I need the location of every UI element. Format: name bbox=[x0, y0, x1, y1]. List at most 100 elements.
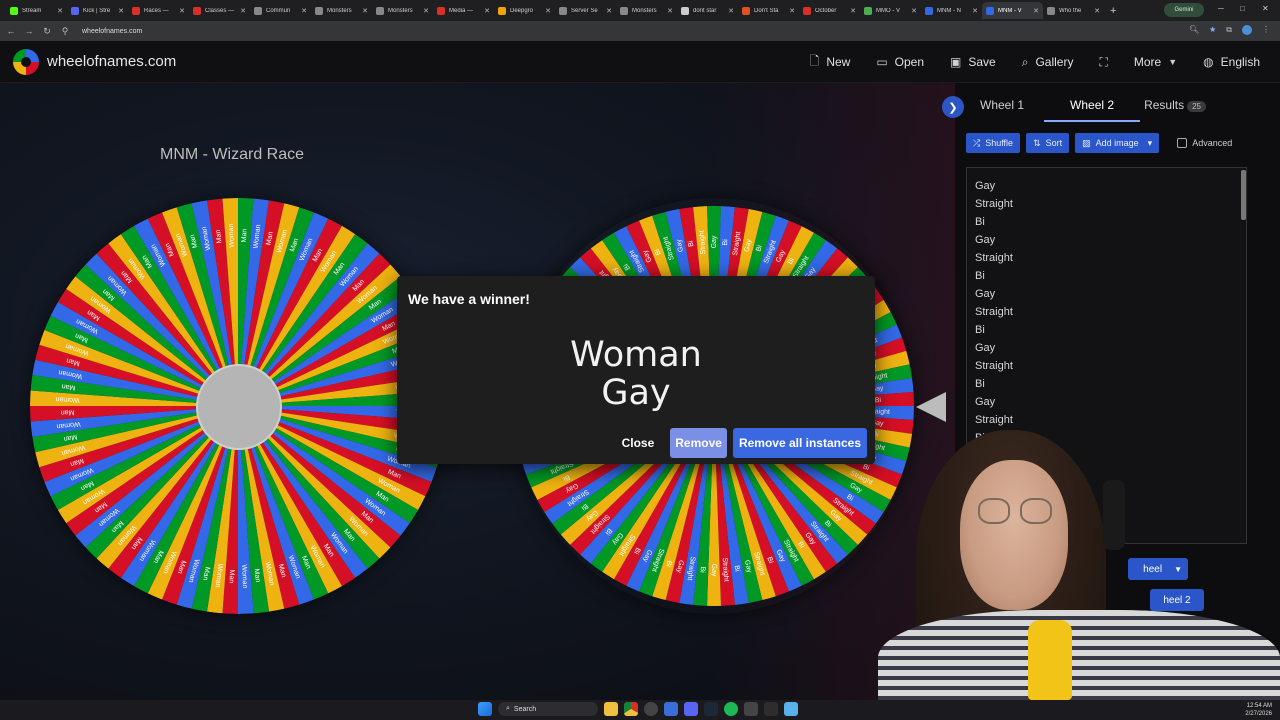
browser-tab[interactable]: Deepgro ✕ bbox=[494, 2, 555, 19]
tab-close-icon[interactable]: ✕ bbox=[301, 7, 307, 15]
profile-avatar[interactable] bbox=[1242, 25, 1252, 35]
tab-close-icon[interactable]: ✕ bbox=[57, 7, 63, 15]
tab-close-icon[interactable]: ✕ bbox=[911, 7, 917, 15]
add-image-button[interactable]: ▨ Add image ▾ bbox=[1075, 133, 1160, 153]
advanced-checkbox[interactable] bbox=[1177, 138, 1188, 148]
tab-results[interactable]: Results 25 bbox=[1144, 98, 1206, 122]
entry-line[interactable]: Gay bbox=[975, 177, 1246, 195]
wheel-hub[interactable] bbox=[196, 364, 282, 450]
app-icon[interactable] bbox=[664, 702, 678, 716]
wheel-title[interactable]: MNM - Wizard Race bbox=[160, 146, 304, 164]
browser-tab[interactable]: dont star ✕ bbox=[677, 2, 738, 19]
browser-tab[interactable]: Monsters ✕ bbox=[311, 2, 372, 19]
tab-close-icon[interactable]: ✕ bbox=[1033, 7, 1039, 15]
entry-line[interactable]: Gay bbox=[975, 339, 1246, 357]
app-icon[interactable] bbox=[764, 702, 778, 716]
browser-tab[interactable]: Stream ✕ bbox=[6, 2, 67, 19]
entry-line[interactable]: Straight bbox=[975, 303, 1246, 321]
discord-icon[interactable] bbox=[684, 702, 698, 716]
notes-icon[interactable] bbox=[784, 702, 798, 716]
language-button[interactable]: ◍ English bbox=[1203, 55, 1260, 69]
collapse-panel-icon[interactable]: ❯ bbox=[942, 96, 964, 118]
browser-tab[interactable]: Monsters ✕ bbox=[372, 2, 433, 19]
advanced-toggle[interactable]: Advanced bbox=[1177, 138, 1232, 148]
logo-icon[interactable] bbox=[13, 48, 39, 75]
tab-close-icon[interactable]: ✕ bbox=[240, 7, 246, 15]
new-tab-icon[interactable]: + bbox=[1110, 5, 1116, 17]
site-info-icon[interactable]: ⚲ bbox=[58, 26, 72, 37]
reload-icon[interactable]: ↻ bbox=[40, 26, 54, 37]
gemini-button[interactable]: Gemini bbox=[1164, 3, 1204, 17]
tab-close-icon[interactable]: ✕ bbox=[1094, 7, 1100, 15]
save-button[interactable]: ▣ Save bbox=[950, 55, 996, 69]
entry-line[interactable]: Gay bbox=[975, 393, 1246, 411]
entry-line[interactable]: Bi bbox=[975, 375, 1246, 393]
tab-close-icon[interactable]: ✕ bbox=[850, 7, 856, 15]
fullscreen-button[interactable]: ⛶ bbox=[1099, 55, 1107, 70]
browser-tab[interactable]: Monsters ✕ bbox=[616, 2, 677, 19]
tab-close-icon[interactable]: ✕ bbox=[789, 7, 795, 15]
site-name[interactable]: wheelofnames.com bbox=[47, 53, 176, 70]
back-icon[interactable]: ← bbox=[4, 26, 18, 36]
tab-close-icon[interactable]: ✕ bbox=[484, 7, 490, 15]
browser-menu-icon[interactable]: ⋮ bbox=[1262, 25, 1270, 35]
maximize-icon[interactable]: □ bbox=[1240, 4, 1245, 13]
explorer-icon[interactable] bbox=[604, 702, 618, 716]
tab-wheel-1[interactable]: Wheel 1 bbox=[980, 98, 1024, 122]
browser-tab[interactable]: October ✕ bbox=[799, 2, 860, 19]
browser-tab[interactable]: Commun ✕ bbox=[250, 2, 311, 19]
entry-line[interactable]: Bi bbox=[975, 267, 1246, 285]
bookmark-star-icon[interactable]: ★ bbox=[1209, 25, 1216, 35]
entry-line[interactable]: Gay bbox=[975, 285, 1246, 303]
browser-tab[interactable]: MNM - V ✕ bbox=[982, 2, 1043, 19]
browser-tab[interactable]: Races — ✕ bbox=[128, 2, 189, 19]
entry-line[interactable]: Bi bbox=[975, 321, 1246, 339]
zoom-icon[interactable]: 🔍︎ bbox=[1189, 25, 1199, 35]
steam-icon[interactable] bbox=[704, 702, 718, 716]
tab-close-icon[interactable]: ✕ bbox=[972, 7, 978, 15]
browser-tab[interactable]: Don't Sta ✕ bbox=[738, 2, 799, 19]
tab-close-icon[interactable]: ✕ bbox=[545, 7, 551, 15]
tab-close-icon[interactable]: ✕ bbox=[667, 7, 673, 15]
extensions-icon[interactable]: ⧉ bbox=[1226, 25, 1232, 35]
entry-line[interactable]: Straight bbox=[975, 357, 1246, 375]
url-text[interactable]: wheelofnames.com bbox=[82, 28, 142, 35]
browser-tab[interactable]: Server Se ✕ bbox=[555, 2, 616, 19]
tab-close-icon[interactable]: ✕ bbox=[362, 7, 368, 15]
close-window-icon[interactable]: ✕ bbox=[1262, 4, 1269, 13]
remove-button[interactable]: Remove bbox=[670, 428, 727, 458]
spotify-icon[interactable] bbox=[724, 702, 738, 716]
close-button[interactable]: Close bbox=[612, 428, 665, 458]
minimize-icon[interactable]: ─ bbox=[1218, 4, 1224, 13]
forward-icon[interactable]: → bbox=[22, 26, 36, 36]
tab-close-icon[interactable]: ✕ bbox=[118, 7, 124, 15]
browser-tab[interactable]: Classes — ✕ bbox=[189, 2, 250, 19]
entry-line[interactable]: Bi bbox=[975, 213, 1246, 231]
remove-all-button[interactable]: Remove all instances bbox=[732, 428, 867, 458]
entry-line[interactable]: Straight bbox=[975, 195, 1246, 213]
tab-close-icon[interactable]: ✕ bbox=[606, 7, 612, 15]
taskbar-search[interactable]: ⌕ Search bbox=[498, 702, 598, 716]
browser-tab[interactable]: Who the ✕ bbox=[1043, 2, 1104, 19]
tab-close-icon[interactable]: ✕ bbox=[728, 7, 734, 15]
obs-icon[interactable] bbox=[644, 702, 658, 716]
entry-line[interactable]: Straight bbox=[975, 249, 1246, 267]
shuffle-button[interactable]: ⤮ Shuffle bbox=[966, 133, 1021, 153]
browser-tab[interactable]: MMO - V ✕ bbox=[860, 2, 921, 19]
chrome-icon[interactable] bbox=[624, 702, 638, 716]
browser-tab[interactable]: Media — ✕ bbox=[433, 2, 494, 19]
open-button[interactable]: ▭ Open bbox=[876, 55, 924, 69]
gallery-button[interactable]: ⌕ Gallery bbox=[1022, 55, 1074, 70]
app-icon[interactable] bbox=[744, 702, 758, 716]
tab-wheel-2[interactable]: Wheel 2 bbox=[1044, 98, 1141, 122]
entries-scrollbar[interactable] bbox=[1241, 170, 1246, 220]
browser-tab[interactable]: MNM - N ✕ bbox=[921, 2, 982, 19]
browser-tab[interactable]: Kick | Stre ✕ bbox=[67, 2, 128, 19]
tab-close-icon[interactable]: ✕ bbox=[179, 7, 185, 15]
entry-line[interactable]: Gay bbox=[975, 231, 1246, 249]
windows-start-icon[interactable] bbox=[478, 702, 492, 716]
sort-button[interactable]: ⇅ Sort bbox=[1026, 133, 1070, 153]
tab-close-icon[interactable]: ✕ bbox=[423, 7, 429, 15]
new-button[interactable]: 🗋 New bbox=[810, 52, 851, 73]
taskbar-clock[interactable]: 12:54 AM 2/27/2026 bbox=[1245, 702, 1272, 718]
